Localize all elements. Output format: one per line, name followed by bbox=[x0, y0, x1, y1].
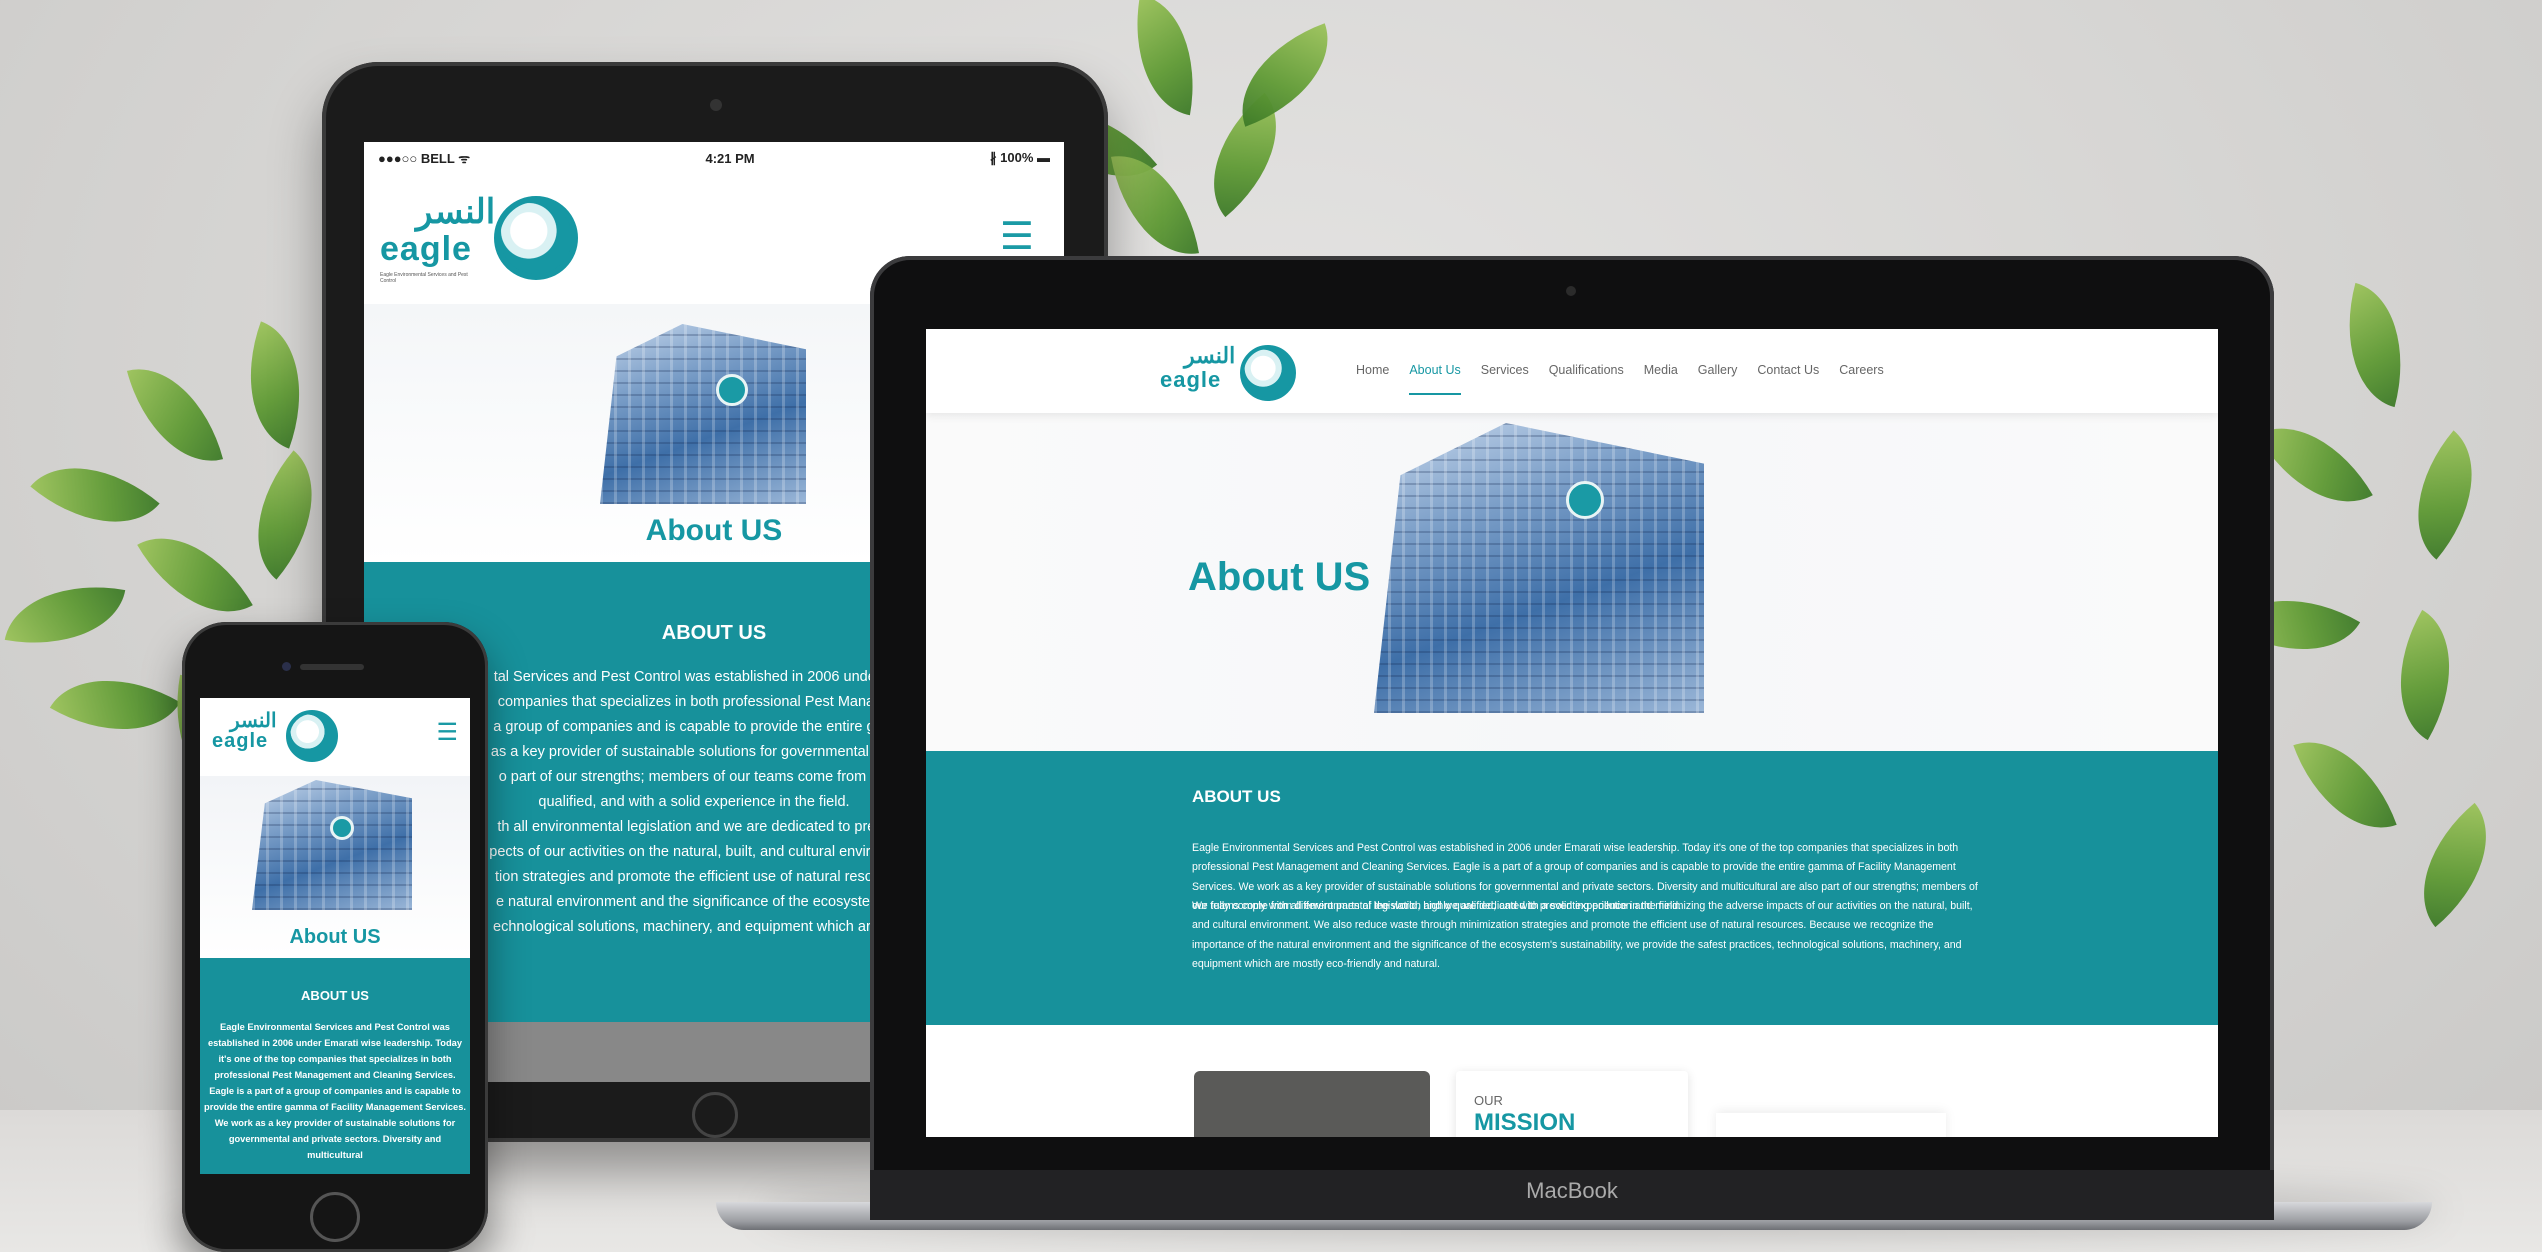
building-logo-icon bbox=[330, 816, 354, 840]
nav-qualifications[interactable]: Qualifications bbox=[1549, 363, 1624, 377]
about-section: ABOUT US Eagle Environmental Services an… bbox=[926, 751, 2218, 1025]
lower-section: OUR MISSION bbox=[926, 1025, 2218, 1137]
laptop-device: النسر eagle Home About Us Services Quali… bbox=[870, 256, 2274, 1220]
mission-our-label: OUR bbox=[1474, 1093, 1503, 1108]
mission-card[interactable]: OUR MISSION bbox=[1456, 1071, 1688, 1137]
vision-card[interactable] bbox=[1716, 1113, 1946, 1137]
tablet-status-bar: ●●●○○ BELL ᯤ 4:21 PM ∦ 100% ▬ bbox=[364, 142, 1064, 174]
nav-media[interactable]: Media bbox=[1644, 363, 1678, 377]
eagle-mark-icon bbox=[1240, 345, 1296, 401]
status-battery: ∦ 100% ▬ bbox=[990, 150, 1050, 165]
status-time: 4:21 PM bbox=[705, 150, 755, 166]
logo-latin: eagle bbox=[1160, 367, 1222, 392]
about-section: ABOUT US Eagle Environmental Services an… bbox=[200, 958, 470, 1174]
section-heading: ABOUT US bbox=[1192, 787, 1281, 806]
eagle-logo[interactable]: النسر eagle bbox=[210, 704, 360, 774]
building-image bbox=[600, 324, 806, 504]
eagle-logo[interactable]: النسر eagle bbox=[1156, 337, 1306, 407]
phone-speaker bbox=[300, 664, 364, 670]
status-carrier: ●●●○○ BELL ᯤ bbox=[378, 151, 471, 166]
building-image bbox=[252, 780, 412, 910]
eagle-logo[interactable]: النسر eagle Eagle Environmental Services… bbox=[376, 184, 578, 294]
nav-home[interactable]: Home bbox=[1356, 363, 1389, 377]
hamburger-menu-icon[interactable]: ☰ bbox=[1000, 214, 1034, 259]
nav-menu: Home About Us Services Qualifications Me… bbox=[1356, 363, 1884, 395]
logo-latin: eagle bbox=[212, 730, 269, 752]
hamburger-menu-icon[interactable]: ☰ bbox=[436, 718, 458, 747]
building-logo-icon bbox=[1566, 481, 1604, 519]
nav-contact-us[interactable]: Contact Us bbox=[1757, 363, 1819, 377]
logo-latin: eagle bbox=[380, 230, 472, 268]
phone-header: النسر eagle ☰ bbox=[200, 698, 470, 776]
laptop-screen: النسر eagle Home About Us Services Quali… bbox=[926, 329, 2218, 1137]
hero-banner: About US bbox=[926, 413, 2218, 751]
phone-screen: النسر eagle ☰ About US ABOUT US Eagle En… bbox=[200, 698, 470, 1174]
nav-services[interactable]: Services bbox=[1481, 363, 1529, 377]
image-card bbox=[1194, 1071, 1430, 1137]
eagle-mark-icon bbox=[286, 710, 338, 762]
section-heading: ABOUT US bbox=[301, 988, 369, 1003]
building-image bbox=[1374, 423, 1704, 713]
phone-home-button[interactable] bbox=[310, 1192, 360, 1242]
site-navbar: النسر eagle Home About Us Services Quali… bbox=[926, 329, 2218, 413]
about-paragraph-2: We fully comply with all environmental l… bbox=[1192, 900, 1973, 971]
logo-arabic: النسر bbox=[416, 193, 496, 231]
nav-about-us[interactable]: About Us bbox=[1409, 363, 1462, 395]
logo-tagline: Eagle Environmental Services and Pest Co… bbox=[380, 272, 468, 284]
page-title: About US bbox=[289, 926, 381, 948]
tablet-home-button[interactable] bbox=[692, 1092, 738, 1138]
laptop-brand-label: MacBook bbox=[1526, 1178, 1618, 1203]
laptop-camera bbox=[1566, 286, 1576, 296]
building-logo-icon bbox=[716, 374, 748, 406]
phone-hero: About US bbox=[200, 776, 470, 956]
nav-careers[interactable]: Careers bbox=[1839, 363, 1883, 377]
logo-arabic: النسر bbox=[1184, 343, 1236, 368]
phone-device: النسر eagle ☰ About US ABOUT US Eagle En… bbox=[182, 622, 488, 1252]
page-title: About US bbox=[1188, 555, 1371, 599]
nav-gallery[interactable]: Gallery bbox=[1698, 363, 1738, 377]
tablet-camera bbox=[710, 99, 722, 111]
about-paragraph: Eagle Environmental Services and Pest Co… bbox=[204, 1022, 466, 1160]
phone-camera bbox=[282, 662, 291, 671]
mission-title: MISSION bbox=[1474, 1109, 1576, 1136]
eagle-mark-icon bbox=[494, 196, 578, 280]
